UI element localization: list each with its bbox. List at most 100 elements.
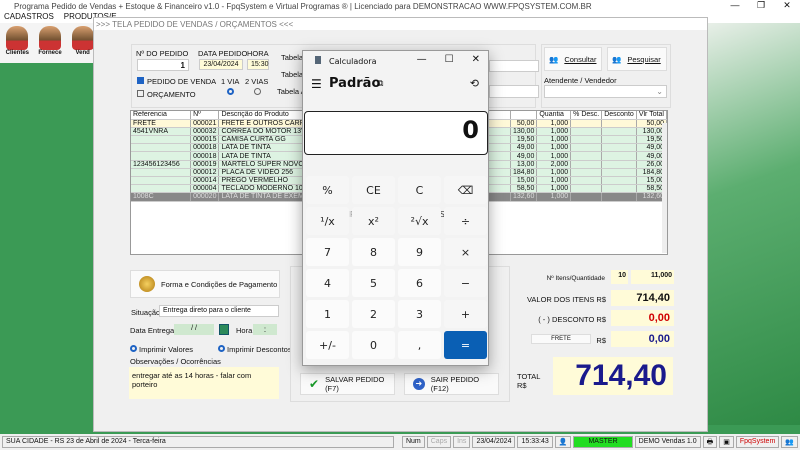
minimize-button[interactable]: —	[722, 0, 748, 11]
table-cell: 000018	[190, 143, 220, 153]
calc-key[interactable]: =	[444, 331, 487, 359]
calc-key[interactable]: 5	[352, 269, 395, 297]
status-bar: SUA CIDADE - RS 23 de Abril de 2024 - Te…	[0, 434, 800, 450]
calc-key[interactable]: 2	[352, 300, 395, 328]
desktop-background	[708, 23, 800, 425]
date-label: DATA PEDIDO	[198, 49, 248, 58]
computer-icon[interactable]: ▣	[719, 436, 734, 448]
calc-key[interactable]: ⌫	[444, 176, 487, 204]
calc-key[interactable]: +/-	[306, 331, 349, 359]
table-cell: 132,60	[510, 192, 538, 202]
order-no-field[interactable]: 1	[137, 59, 189, 71]
entrega-field[interactable]: / /	[174, 324, 214, 335]
calc-key[interactable]: x²	[352, 207, 395, 235]
col-quantia[interactable]: Quantia	[536, 111, 572, 120]
table-cell	[601, 151, 637, 161]
imprimir-valores-radio[interactable]: Imprimir Valores	[130, 345, 193, 354]
printer-icon[interactable]: 🖶	[702, 436, 718, 448]
total-value: 714,40	[553, 357, 673, 395]
toolbar-fornece[interactable]: Fornece	[36, 26, 65, 60]
salvar-pedido-button[interactable]: ✔ SALVAR PEDIDO (F7)	[300, 373, 395, 395]
people-icon: 👥	[549, 54, 559, 64]
calc-key[interactable]: −	[444, 269, 487, 297]
calc-key[interactable]: ×	[444, 238, 487, 266]
toolbar: Clientes Fornece Vend	[0, 23, 100, 63]
situacao-select[interactable]: Entrega direto para o cliente	[159, 305, 279, 317]
menu-cadastros[interactable]: CADASTROS	[4, 12, 54, 23]
calc-key[interactable]: CE	[352, 176, 395, 204]
col-desc-pct[interactable]: % Desc.	[570, 111, 603, 120]
calc-key[interactable]: 8	[352, 238, 395, 266]
time-label: HORA	[247, 49, 269, 58]
calc-key[interactable]: 4	[306, 269, 349, 297]
keep-on-top-icon[interactable]: ⧉	[377, 79, 383, 89]
table-cell: FRETE	[131, 119, 192, 128]
frete-button[interactable]: FRETE	[531, 334, 591, 344]
obs-label: Observações / Ocorrências	[130, 357, 221, 366]
checkbox-unchecked-icon	[137, 90, 144, 97]
table-scrollbar[interactable]	[662, 123, 667, 253]
via2-radio[interactable]	[254, 88, 261, 95]
imprimir-descontos-radio[interactable]: Imprimir Descontos	[218, 345, 292, 354]
orcamento-checkbox[interactable]: ORÇAMENTO	[137, 90, 196, 99]
col-preco[interactable]	[510, 111, 538, 120]
calc-key[interactable]: 7	[306, 238, 349, 266]
table-cell: 130,00	[510, 127, 538, 137]
sair-pedido-button[interactable]: ➜ SAIR PEDIDO (F12)	[404, 373, 499, 395]
toolbar-label: Clientes	[5, 50, 29, 56]
calc-key[interactable]: ¹/x	[306, 207, 349, 235]
calc-key[interactable]: 0	[352, 331, 395, 359]
date-field[interactable]: 23/04/2024	[199, 59, 243, 70]
calculator-titlebar: Calculadora	[315, 56, 376, 66]
table-cell	[601, 192, 637, 202]
calc-key[interactable]: ÷	[444, 207, 487, 235]
obs-textarea[interactable]: entregar até as 14 horas - falar com por…	[129, 367, 279, 399]
hamburger-menu-icon[interactable]: ☰	[311, 77, 322, 91]
col-total[interactable]: Vlr Total	[636, 111, 668, 120]
pesquisar-button[interactable]: 👥 Pesquisar	[607, 47, 667, 71]
table-cell: 58,50	[510, 184, 538, 194]
col-numero[interactable]: Nº	[190, 111, 220, 120]
calc-key[interactable]: 9	[398, 238, 441, 266]
clients-icon	[6, 26, 29, 50]
customer-field-2[interactable]	[489, 85, 539, 98]
table-cell: 000020	[190, 192, 220, 202]
close-button[interactable]: ✕	[774, 0, 800, 11]
table-cell	[131, 135, 192, 145]
table-cell: 1,000	[536, 192, 572, 202]
pedido-venda-checkbox[interactable]: PEDIDO DE VENDA	[137, 77, 216, 86]
toolbar-clientes[interactable]: Clientes	[3, 26, 32, 60]
calc-key[interactable]: +	[444, 300, 487, 328]
calc-close-button[interactable]: ✕	[472, 54, 480, 65]
hora-field[interactable]: :	[253, 324, 277, 335]
calc-key[interactable]: 3	[398, 300, 441, 328]
imprimir-valores-label: Imprimir Valores	[139, 345, 194, 354]
customer-field[interactable]	[489, 60, 539, 72]
table-cell	[131, 184, 192, 194]
seller-icon	[71, 26, 94, 50]
history-icon[interactable]: ⟲	[470, 77, 479, 90]
calc-maximize-button[interactable]: ☐	[445, 54, 454, 65]
calc-key[interactable]: 1	[306, 300, 349, 328]
calc-key[interactable]: ,	[398, 331, 441, 359]
time-field[interactable]: 15:30	[247, 59, 269, 70]
calc-key[interactable]: C	[398, 176, 441, 204]
maximize-button[interactable]: ❐	[748, 0, 774, 11]
total-label: TOTAL R$	[517, 372, 541, 390]
calc-key[interactable]: 6	[398, 269, 441, 297]
via2-label: 2 VIAS	[245, 77, 269, 86]
consultar-button[interactable]: 👥 Consultar	[544, 47, 602, 71]
calc-minimize-button[interactable]: —	[417, 54, 427, 65]
arrow-right-icon: ➜	[413, 378, 425, 390]
col-desconto[interactable]: Desconto	[601, 111, 637, 120]
via1-radio[interactable]	[227, 88, 234, 95]
calc-key[interactable]: ²√x	[398, 207, 441, 235]
table-cell: 184,80	[510, 168, 538, 178]
status-user: MASTER	[573, 436, 633, 448]
payment-button[interactable]: Forma e Condições de Pagamento	[130, 270, 280, 298]
calendar-icon[interactable]	[219, 324, 229, 335]
col-referencia[interactable]: Referencia	[131, 111, 192, 120]
calc-key[interactable]: %	[306, 176, 349, 204]
user-icon: 👤	[554, 436, 572, 448]
atendente-select[interactable]: ⌄	[544, 85, 667, 98]
